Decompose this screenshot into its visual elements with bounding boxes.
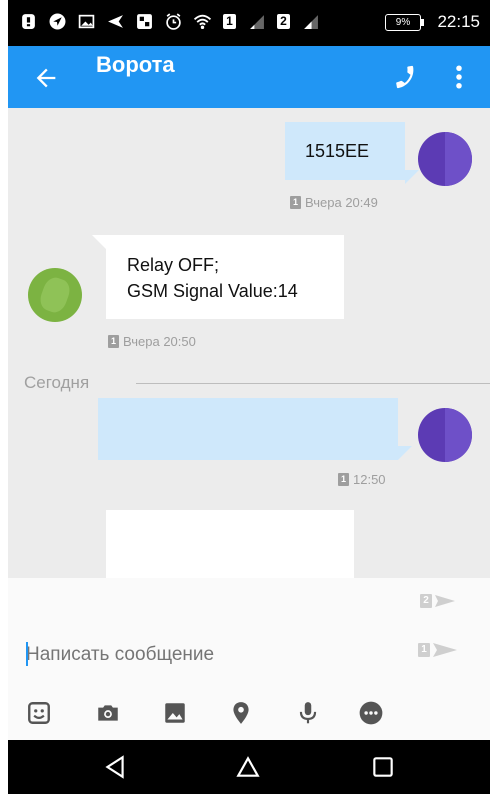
avatar <box>418 132 472 186</box>
incoming-message[interactable] <box>106 510 354 578</box>
message-text: 1515EE <box>305 141 370 161</box>
alarm-icon <box>165 13 182 30</box>
avatar <box>28 268 82 322</box>
status-bar: 1 2 9% 22:15 <box>8 0 490 46</box>
text-cursor <box>26 642 28 666</box>
notification-icon <box>20 13 37 30</box>
sim-badge: 1 <box>108 335 119 348</box>
microphone-icon[interactable] <box>295 700 321 726</box>
wifi-icon <box>194 13 211 30</box>
nav-recents-icon[interactable] <box>370 754 396 780</box>
message-timestamp: 1 Вчера 20:49 <box>290 195 378 210</box>
signal-strength-icon <box>248 13 265 30</box>
day-divider: Сегодня <box>24 371 490 393</box>
send-icon <box>433 643 457 657</box>
nav-back-icon[interactable] <box>102 754 128 780</box>
message-text: GSM Signal Value:14 <box>127 281 298 301</box>
nav-home-icon[interactable] <box>235 754 261 780</box>
avatar <box>418 408 472 462</box>
phone-icon[interactable] <box>392 64 418 90</box>
send-sim2-button[interactable]: 2 <box>420 594 455 608</box>
outgoing-message[interactable]: 1515EE <box>285 122 405 180</box>
message-input[interactable] <box>26 640 406 670</box>
message-text: Relay OFF; <box>127 255 220 275</box>
sim-badge: 1 <box>338 473 349 486</box>
divider-line <box>136 383 490 384</box>
navigation-icon <box>49 13 66 30</box>
signal-strength-icon <box>302 13 319 30</box>
phone-screen: 1 2 9% 22:15 Ворота 1515EE 1 Вчера 20:49… <box>8 0 490 794</box>
sticker-icon[interactable] <box>26 700 52 726</box>
conversation-title: Ворота <box>96 52 175 77</box>
battery-indicator: 9% <box>385 14 424 31</box>
day-divider-label: Сегодня <box>24 373 90 392</box>
gallery-icon <box>136 13 153 30</box>
sim-badge: 1 <box>290 196 301 209</box>
more-vert-icon[interactable] <box>452 62 466 92</box>
attachment-toolbar <box>8 694 490 734</box>
back-arrow-icon[interactable] <box>32 64 60 92</box>
sim-badge: 2 <box>420 594 432 608</box>
location-icon[interactable] <box>228 700 254 726</box>
composer: 2 1 <box>8 578 490 740</box>
bubble-tail <box>92 235 106 249</box>
image-icon <box>78 13 95 30</box>
camera-icon[interactable] <box>95 700 121 726</box>
send-icon <box>435 595 455 607</box>
incoming-message[interactable]: Relay OFF; GSM Signal Value:14 <box>106 235 344 319</box>
image-icon[interactable] <box>162 700 188 726</box>
send-sim1-button[interactable]: 1 <box>418 642 457 658</box>
navigation-bar <box>8 740 490 794</box>
sim2-indicator: 2 <box>277 14 290 29</box>
app-bar: Ворота <box>8 46 490 108</box>
message-timestamp: 1 Вчера 20:50 <box>108 334 196 349</box>
sim1-indicator: 1 <box>223 14 236 29</box>
bubble-tail <box>398 446 412 460</box>
bubble-tail <box>405 170 419 184</box>
message-list[interactable]: 1515EE 1 Вчера 20:49 Relay OFF; GSM Sign… <box>8 108 490 578</box>
send-icon <box>107 13 124 30</box>
status-clock: 22:15 <box>437 12 480 31</box>
sim-badge: 1 <box>418 643 430 657</box>
more-options-icon[interactable] <box>358 700 384 726</box>
message-timestamp: 1 12:50 <box>338 472 386 487</box>
outgoing-message[interactable] <box>98 398 398 460</box>
